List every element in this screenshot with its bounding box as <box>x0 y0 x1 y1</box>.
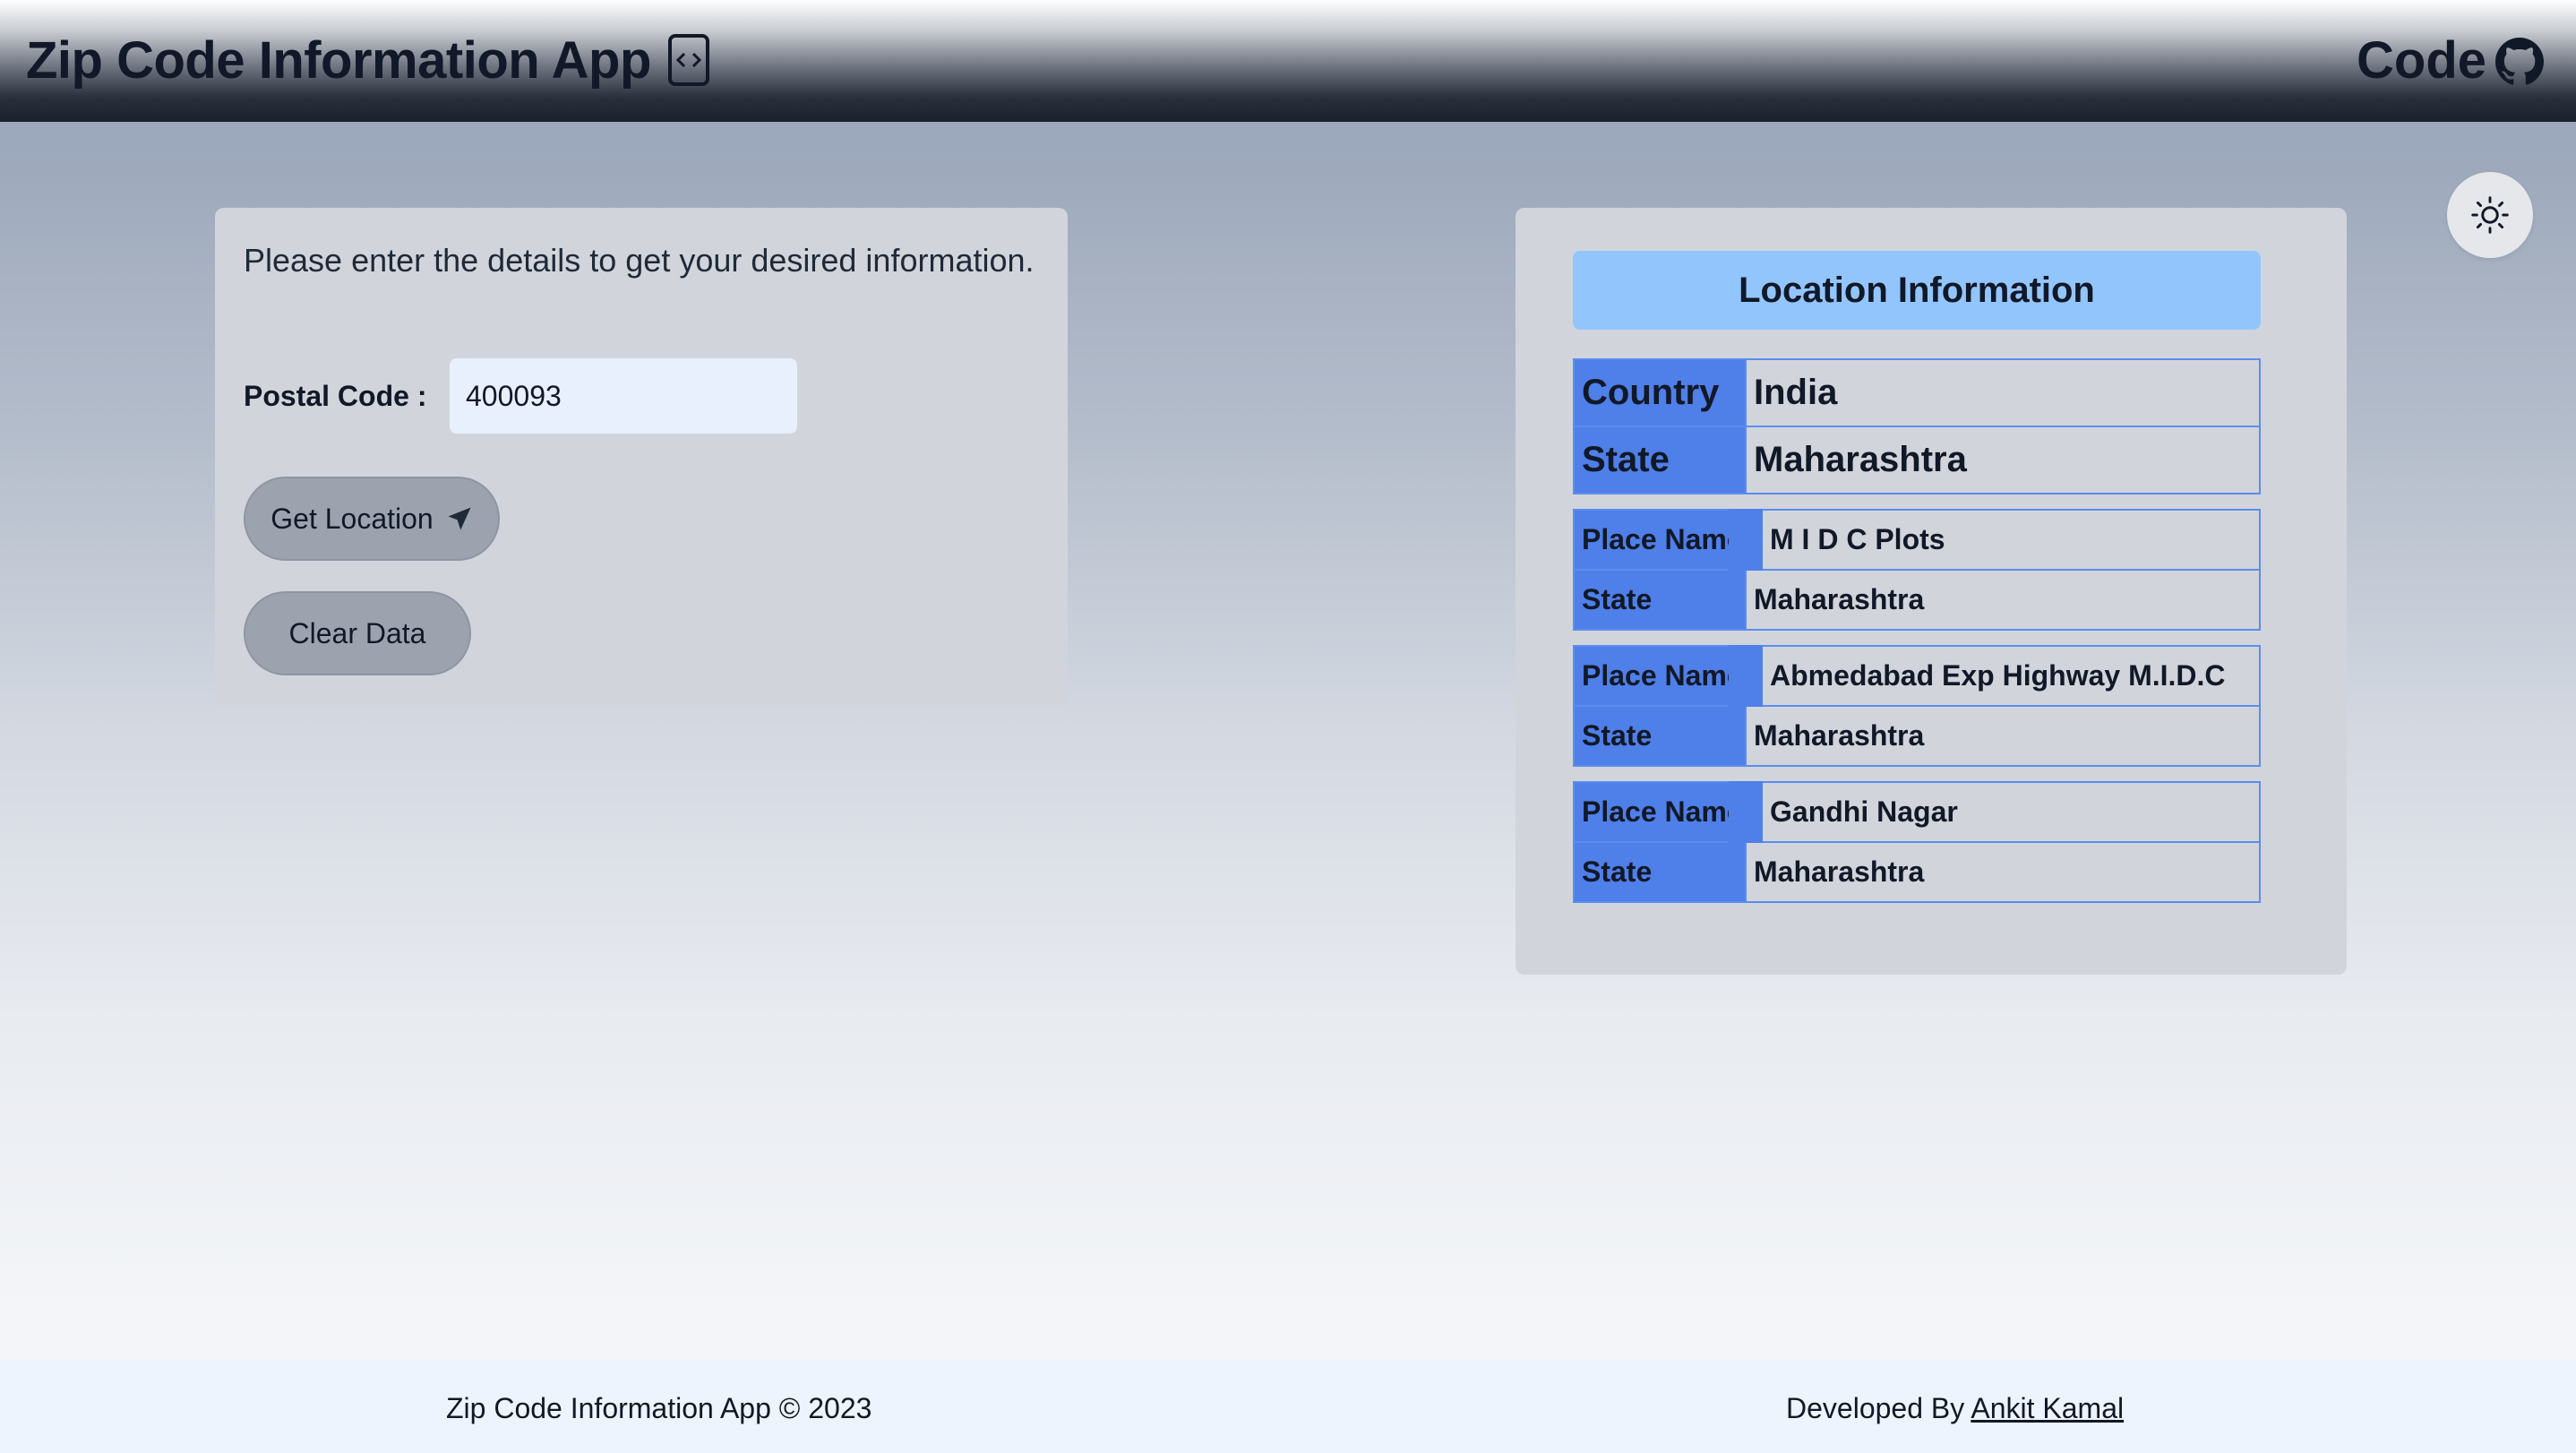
clear-data-button[interactable]: Clear Data <box>244 591 471 675</box>
table-row: Place Name Gandhi Nagar <box>1573 781 2261 843</box>
table-row: State Maharashtra <box>1573 841 2261 903</box>
state-value: Maharashtra <box>1745 705 2261 767</box>
country-table: Country India State Maharashtra <box>1573 358 2261 494</box>
state-key: State <box>1573 841 1747 903</box>
state-value: Maharashtra <box>1745 841 2261 903</box>
app-header: Zip Code Information App Code <box>0 0 2576 122</box>
place-table: Place Name M I D C Plots State Maharasht… <box>1573 509 2261 631</box>
postal-code-label: Postal Code : <box>244 380 427 412</box>
state-value: Maharashtra <box>1745 569 2261 631</box>
state-value: Maharashtra <box>1745 426 2261 494</box>
github-icon[interactable] <box>2495 38 2544 86</box>
table-row: State Maharashtra <box>1573 426 2261 494</box>
code-file-icon <box>668 34 709 86</box>
footer-credit: Developed By Ankit Kamal <box>1786 1392 2124 1425</box>
theme-toggle-button[interactable] <box>2447 172 2533 258</box>
table-row: Country India <box>1573 358 2261 427</box>
table-row: Place Name M I D C Plots <box>1573 509 2261 571</box>
page-footer: Zip Code Information App © 2023 Develope… <box>0 1360 2576 1453</box>
place-name-value: Abmedabad Exp Highway M.I.D.C <box>1745 645 2261 707</box>
table-row: Place Name Abmedabad Exp Highway M.I.D.C <box>1573 645 2261 707</box>
form-intro-text: Please enter the details to get your des… <box>244 242 1035 279</box>
code-link[interactable]: Code <box>2357 30 2486 90</box>
author-link[interactable]: Ankit Kamal <box>1971 1392 2124 1424</box>
place-table: Place Name Gandhi Nagar State Maharashtr… <box>1573 781 2261 903</box>
location-info-card: Location Information Country India State… <box>1516 208 2347 975</box>
table-row: State Maharashtra <box>1573 569 2261 631</box>
place-name-key: Place Name <box>1573 509 1763 571</box>
app-title: Zip Code Information App <box>26 31 651 90</box>
location-info-title: Location Information <box>1573 251 2261 330</box>
place-name-key: Place Name <box>1573 781 1763 843</box>
state-key: State <box>1573 569 1747 631</box>
place-name-value: M I D C Plots <box>1745 509 2261 571</box>
place-table: Place Name Abmedabad Exp Highway M.I.D.C… <box>1573 645 2261 767</box>
place-name-value: Gandhi Nagar <box>1745 781 2261 843</box>
table-row: State Maharashtra <box>1573 705 2261 767</box>
get-location-label: Get Location <box>270 502 434 535</box>
country-key: Country <box>1573 358 1747 427</box>
postal-code-input[interactable] <box>450 358 797 434</box>
clear-data-label: Clear Data <box>288 616 426 649</box>
get-location-button[interactable]: Get Location <box>244 477 500 561</box>
sun-icon <box>2471 196 2509 234</box>
paper-plane-icon <box>448 507 471 530</box>
footer-developed-by: Developed By <box>1786 1392 1971 1424</box>
country-value: India <box>1745 358 2261 427</box>
search-form-card: Please enter the details to get your des… <box>215 208 1068 706</box>
footer-copyright: Zip Code Information App © 2023 <box>446 1392 872 1424</box>
state-key: State <box>1573 426 1747 494</box>
state-key: State <box>1573 705 1747 767</box>
place-name-key: Place Name <box>1573 645 1763 707</box>
